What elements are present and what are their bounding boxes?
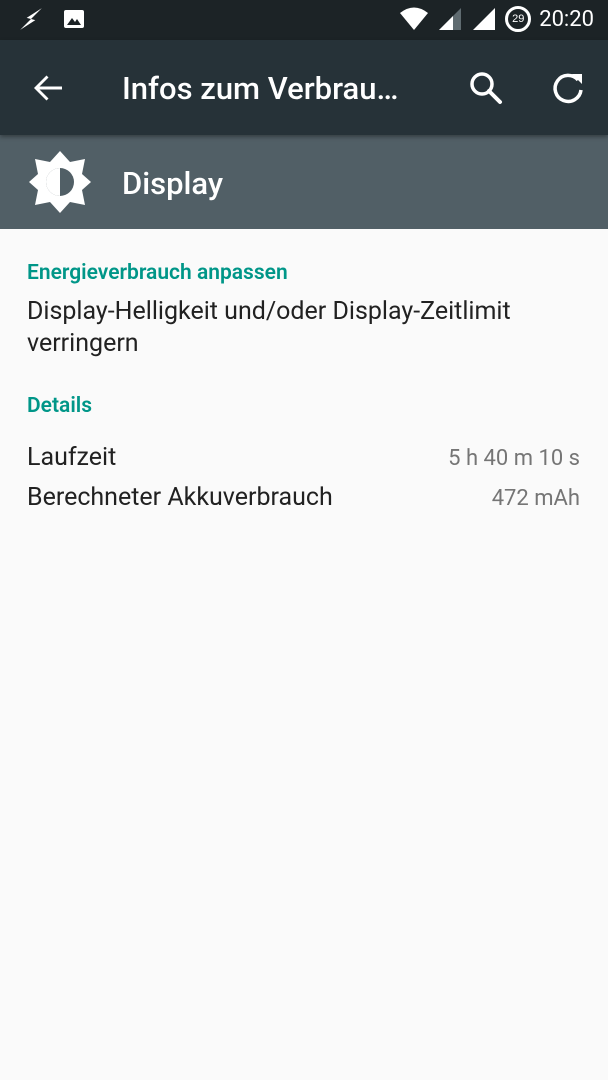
- header-title: Display: [122, 165, 224, 202]
- battery-icon: 29: [505, 6, 532, 32]
- section-title-details: Details: [27, 394, 93, 418]
- section-title-adjust: Energieverbrauch anpassen: [27, 261, 288, 285]
- status-bar-right: 29 20:20: [399, 6, 594, 32]
- image-icon: [64, 10, 84, 28]
- refresh-icon[interactable]: [548, 68, 588, 108]
- detail-value: 5 h 40 m 10 s: [448, 446, 580, 471]
- wifi-icon: [400, 7, 429, 30]
- back-arrow-icon[interactable]: [28, 68, 68, 108]
- adjust-description[interactable]: Display-Helligkeit und/oder Display-Zeit…: [27, 296, 587, 360]
- detail-label: Berechneter Akkuverbrauch: [27, 483, 333, 512]
- signal-icon: [439, 8, 462, 30]
- page-title: Infos zum Verbrau…: [122, 70, 399, 107]
- status-bar: 29 20:20: [0, 0, 608, 40]
- brightness-icon: [29, 151, 91, 213]
- detail-value: 472 mAh: [491, 486, 580, 511]
- toolbar: Infos zum Verbrau…: [0, 40, 608, 135]
- status-time: 20:20: [539, 6, 594, 32]
- search-icon[interactable]: [466, 68, 506, 108]
- battery-level: 29: [512, 13, 525, 25]
- detail-header: Display: [0, 135, 608, 229]
- status-bar-left: [18, 6, 86, 32]
- flash-icon: [20, 8, 42, 30]
- detail-label: Laufzeit: [27, 443, 117, 472]
- signal-icon: [473, 8, 496, 30]
